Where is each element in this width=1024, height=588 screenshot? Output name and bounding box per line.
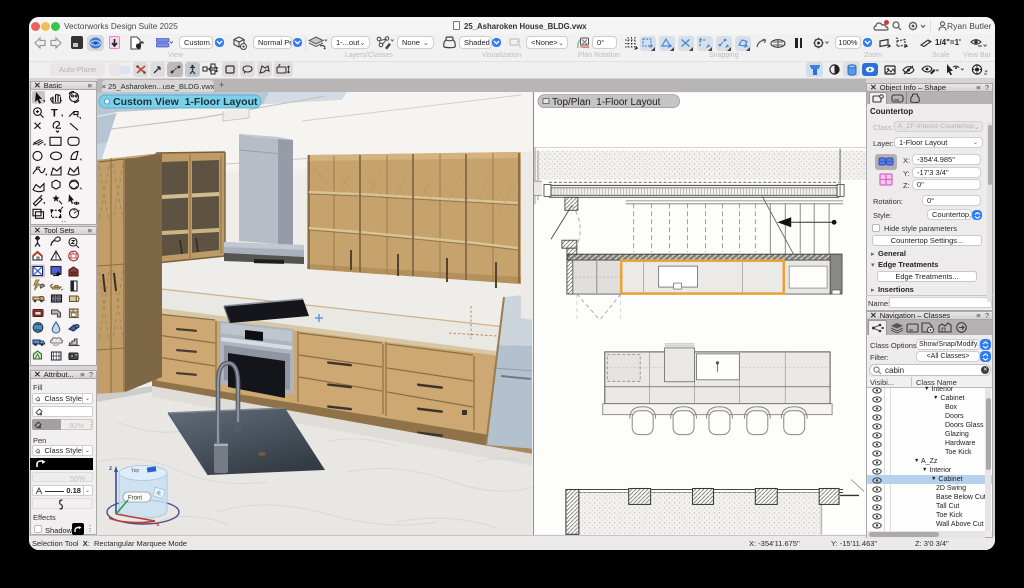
svg-text:Top: Top	[131, 468, 140, 475]
svg-text:Top/Plan 1-Floor Layout: Top/Plan 1-Floor Layout	[552, 97, 661, 108]
svg-text:‥: ‥	[61, 215, 66, 224]
svg-text:Custom View 1-Floor Layout: Custom View 1-Floor Layout	[113, 96, 258, 108]
svg-text:Front: Front	[128, 496, 142, 502]
svg-text:x: x	[156, 521, 160, 528]
svg-text:T: T	[51, 108, 58, 120]
